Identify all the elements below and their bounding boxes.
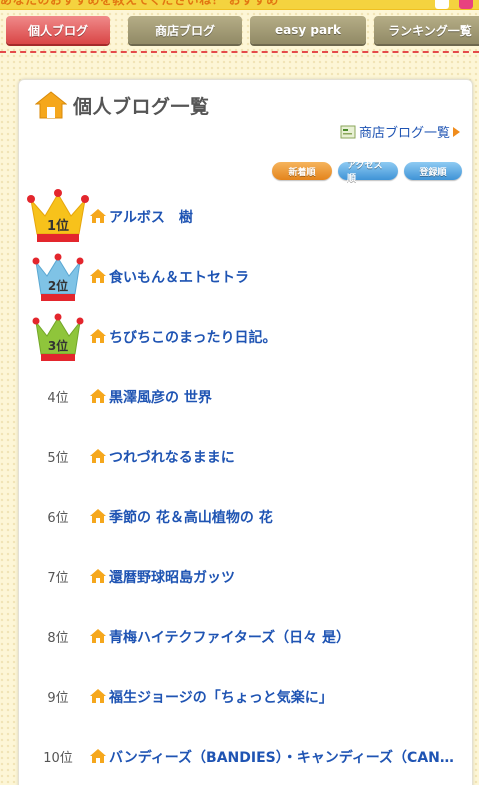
rank-label: 4位 [47,390,69,406]
list-item: 9位 福生ジョージの「ちょっと気楽に」 [19,666,474,726]
rank-label: 6位 [47,510,69,526]
blog-title-link[interactable]: 黒澤風彦の 世界 [109,387,212,407]
list-item: 3位 ちびちこのまったり日記。 [19,306,474,366]
blog-title-link[interactable]: 食いもん＆エトセトラ [109,267,249,287]
rank-label: 7位 [47,570,69,586]
rank-label: 8位 [47,630,69,646]
rank-label: 5位 [47,450,69,466]
home-icon [90,629,106,643]
green-crown-icon: 3位 [32,313,84,361]
tab-divider [0,51,479,53]
document-icon [340,125,356,138]
sort-registration-button[interactable]: 登録順 [404,162,462,180]
home-icon [90,569,106,583]
rank-badge: 2位 [27,246,89,306]
blog-title-link[interactable]: つれづれなるままに [109,447,235,467]
panel-header: 個人ブログ一覧 [35,90,210,120]
rank-badge: 8位 [27,606,89,666]
triangle-right-icon [453,126,460,137]
blog-title-link[interactable]: 季節の 花＆高山植物の 花 [109,507,273,527]
rank-badge: 10位 [27,726,89,785]
home-icon [90,389,106,403]
sort-newest-button[interactable]: 新着順 [272,162,332,180]
rank-label: 2位 [48,278,68,293]
rank-badge: 5位 [27,426,89,486]
home-icon [90,749,106,763]
list-item: 4位 黒澤風彦の 世界 [19,366,474,426]
blog-title-link[interactable]: 青梅ハイテクファイターズ（日々 是） [109,627,350,647]
home-icon [35,91,67,119]
sort-button-group: 新着順 アクセス順 登録順 [272,161,462,184]
rank-badge: 1位 [27,186,89,246]
top-banner-text: あなたのおすすめを教えてくださいね！ おすすめ [0,0,279,7]
home-icon [90,449,106,463]
main-tabs: 個人ブログ 商店ブログ easy park ランキング一覧 [0,16,479,46]
tab-personal-blog[interactable]: 個人ブログ [6,16,110,44]
rank-badge: 4位 [27,366,89,426]
rank-label: 10位 [43,750,73,766]
rank-label: 1位 [47,218,69,234]
blog-title-link[interactable]: アルボス 樹 [109,207,193,227]
tab-ranking-list[interactable]: ランキング一覧 [374,16,479,44]
shop-blog-list-link[interactable]: 商店ブログ一覧 [340,122,460,141]
tab-shop-blog[interactable]: 商店ブログ [128,16,242,44]
tab-easy-park[interactable]: easy park [250,16,366,44]
rank-label: 9位 [47,690,69,706]
rank-label: 3位 [48,338,68,353]
rank-badge: 9位 [27,666,89,726]
blog-title-link[interactable]: 還暦野球昭島ガッツ [109,567,235,587]
home-icon [90,329,106,343]
blue-crown-icon: 2位 [32,253,84,301]
blog-title-link[interactable]: 福生ジョージの「ちょっと気楽に」 [109,687,333,707]
rank-badge: 3位 [27,306,89,366]
list-item: 5位 つれづれなるままに [19,426,474,486]
blog-list-panel: 個人ブログ一覧 商店ブログ一覧 新着順 アクセス順 登録順 1位 アルボス 樹 … [18,79,473,785]
blog-title-link[interactable]: ちびちこのまったり日記。 [109,327,276,347]
rank-badge: 7位 [27,546,89,606]
list-item: 1位 アルボス 樹 [19,186,474,246]
home-icon [90,269,106,283]
home-icon [90,209,106,223]
list-item: 7位 還暦野球昭島ガッツ [19,546,474,606]
list-item: 8位 青梅ハイテクファイターズ（日々 是） [19,606,474,666]
rank-badge: 6位 [27,486,89,546]
home-icon [90,689,106,703]
banner-decoration [435,0,449,9]
blog-title-link[interactable]: バンディーズ（BANDIES）・キャンディーズ（CANDIE... [109,747,463,767]
gold-crown-icon: 1位 [27,189,89,242]
shop-blog-list-label: 商店ブログ一覧 [358,126,450,141]
home-icon [90,509,106,523]
list-item: 10位 バンディーズ（BANDIES）・キャンディーズ（CANDIE... [19,726,474,785]
page-title: 個人ブログ一覧 [73,95,210,118]
banner-decoration [459,0,473,9]
list-item: 2位 食いもん＆エトセトラ [19,246,474,306]
list-item: 6位 季節の 花＆高山植物の 花 [19,486,474,546]
sort-access-button[interactable]: アクセス順 [338,161,398,184]
top-banner-strip: あなたのおすすめを教えてくださいね！ おすすめ [0,0,479,10]
